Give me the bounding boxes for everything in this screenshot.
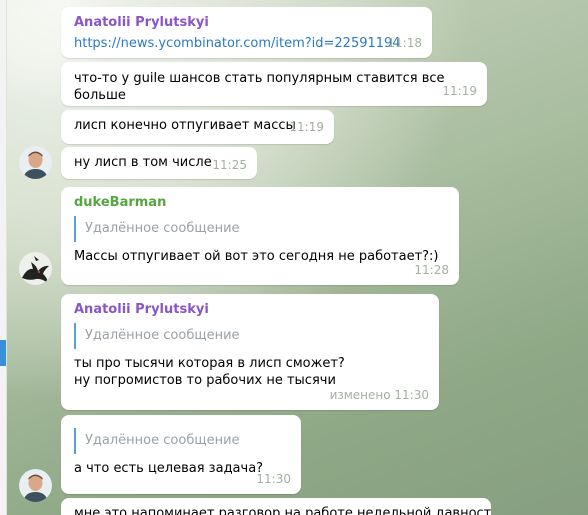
- message-time: изменено 11:30: [329, 388, 429, 402]
- message-text: Массы отпугивает ой вот это сегодня не р…: [74, 249, 439, 264]
- message-bubble[interactable]: лисп конечно отпугивает массы 11:19: [61, 110, 334, 144]
- message-bubble[interactable]: Удалённое сообщение а что есть целевая з…: [61, 415, 301, 494]
- message-text-line: ты про тысячи которая в лисп сможет?: [74, 356, 345, 371]
- message-bubble[interactable]: что-то у guile шансов стать популярным с…: [61, 62, 487, 106]
- message-time: 11:28: [414, 263, 449, 277]
- person-avatar-icon[interactable]: [19, 469, 52, 502]
- reply-text: Удалённое сообщение: [85, 221, 240, 236]
- message-time: 11:18: [387, 36, 422, 50]
- reply-quote[interactable]: Удалённое сообщение: [74, 323, 427, 349]
- reply-text: Удалённое сообщение: [85, 433, 240, 448]
- message-bubble[interactable]: dukeBarman Удалённое сообщение Массы отп…: [61, 187, 459, 285]
- sender-name[interactable]: Anatolii Prylutskyi: [74, 14, 420, 32]
- dragon-avatar-icon[interactable]: [19, 252, 52, 285]
- message-time: 11:19: [442, 84, 477, 98]
- message-link[interactable]: https://news.ycombinator.com/item?id=225…: [74, 35, 420, 52]
- message-time: 11:25: [212, 158, 247, 172]
- chat-list-edge: [0, 0, 7, 515]
- sender-name[interactable]: dukeBarman: [74, 194, 447, 212]
- message-bubble[interactable]: Anatolii Prylutskyi Удалённое сообщение …: [61, 294, 439, 410]
- message-time: 11:19: [289, 120, 324, 134]
- message-bubble[interactable]: ну лисп в том числе 11:25: [61, 147, 257, 179]
- selected-chat-indicator: [0, 340, 6, 366]
- person-avatar-icon[interactable]: [19, 146, 52, 179]
- reply-quote[interactable]: Удалённое сообщение: [74, 428, 289, 454]
- message-time: 11:30: [256, 472, 291, 486]
- message-bubble[interactable]: Anatolii Prylutskyi https://news.ycombin…: [61, 7, 432, 58]
- message-text: лисп конечно отпугивает массы: [74, 118, 296, 133]
- message-text: мне это напоминает разговор на работе не…: [74, 506, 491, 515]
- reply-text: Удалённое сообщение: [85, 328, 240, 343]
- sender-name[interactable]: Anatolii Prylutskyi: [74, 301, 427, 319]
- reply-quote[interactable]: Удалённое сообщение: [74, 216, 447, 242]
- message-bubble[interactable]: мне это напоминает разговор на работе не…: [61, 498, 491, 515]
- message-text: что-то у guile шансов стать популярным с…: [74, 71, 445, 103]
